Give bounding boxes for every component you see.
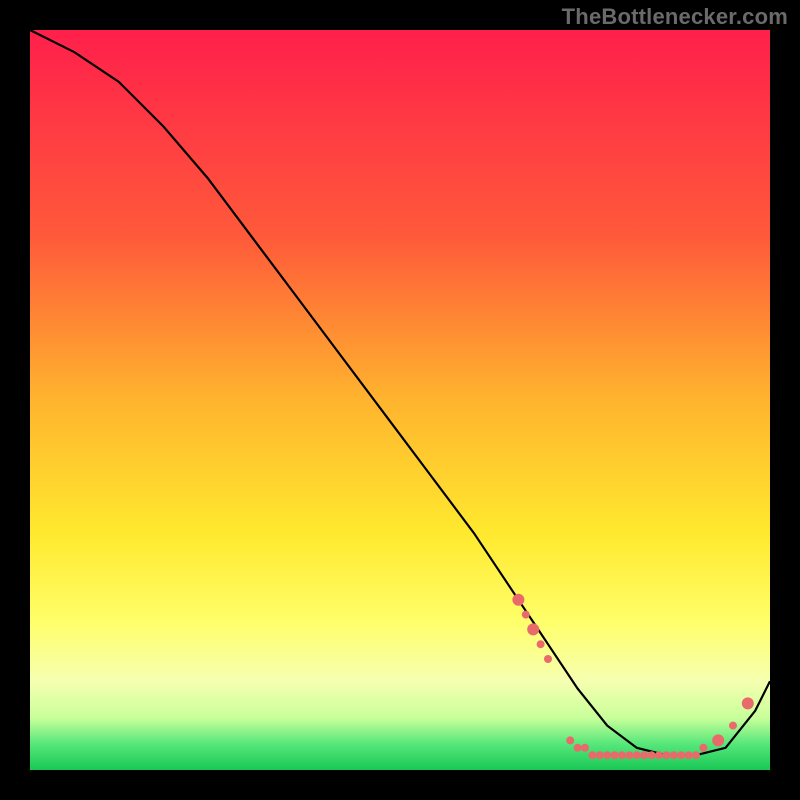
marker-dot — [527, 623, 539, 635]
marker-dot — [618, 751, 626, 759]
plot-area — [30, 30, 770, 770]
marker-dot — [537, 640, 545, 648]
marker-dot — [611, 751, 619, 759]
marker-dot — [588, 751, 596, 759]
marker-dot — [566, 736, 574, 744]
marker-dot — [655, 751, 663, 759]
marker-dot — [685, 751, 693, 759]
marker-dot — [625, 751, 633, 759]
marker-dot — [692, 751, 700, 759]
marker-dot — [699, 744, 707, 752]
chart-svg — [30, 30, 770, 770]
marker-dot — [603, 751, 611, 759]
marker-dot — [574, 744, 582, 752]
chart-stage: TheBottlenecker.com — [0, 0, 800, 800]
marker-dot — [712, 734, 724, 746]
marker-dot — [512, 594, 524, 606]
marker-dot — [742, 697, 754, 709]
marker-dot — [581, 744, 589, 752]
marker-dot — [596, 751, 604, 759]
marker-dot — [670, 751, 678, 759]
marker-dot — [648, 751, 656, 759]
marker-dot — [677, 751, 685, 759]
watermark-text: TheBottlenecker.com — [562, 4, 788, 30]
marker-dot — [662, 751, 670, 759]
marker-dot — [522, 611, 530, 619]
gradient-background — [30, 30, 770, 770]
marker-dot — [640, 751, 648, 759]
marker-dot — [729, 722, 737, 730]
marker-dot — [633, 751, 641, 759]
marker-dot — [544, 655, 552, 663]
